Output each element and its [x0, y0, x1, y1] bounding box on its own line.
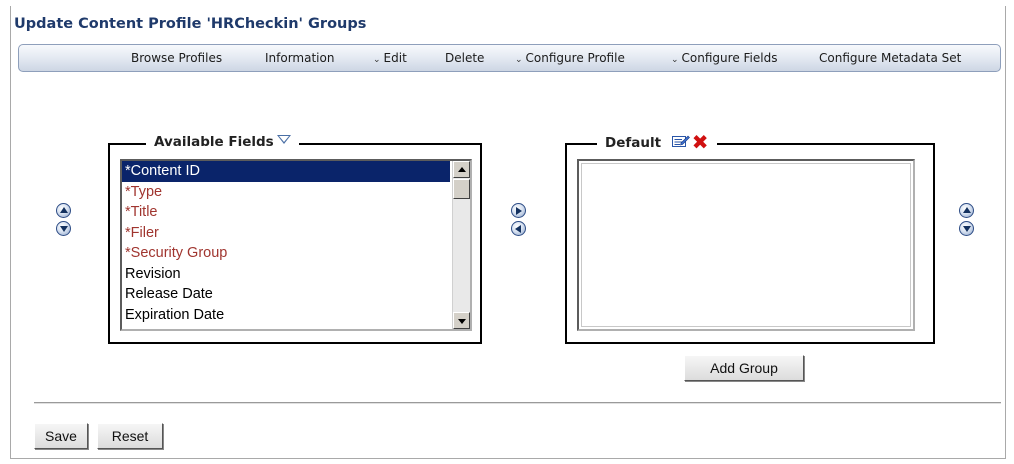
available-fields-title: Available Fields	[154, 134, 274, 150]
menu-configure-fields[interactable]: ⌄ Configure Fields	[671, 51, 777, 65]
move-up-icon[interactable]	[959, 203, 974, 218]
delete-group-icon[interactable]: ✖	[692, 132, 709, 152]
arrow-up-icon	[458, 167, 466, 172]
menu-edit-label: Edit	[383, 51, 407, 65]
reset-button[interactable]: Reset	[97, 423, 163, 449]
menu-browse-profiles-label: Browse Profiles	[131, 51, 223, 65]
list-item[interactable]: *Content ID	[122, 161, 450, 182]
scroll-down-button[interactable]	[453, 312, 470, 329]
default-group-list-inner	[581, 163, 911, 327]
move-up-icon[interactable]	[56, 203, 71, 218]
add-group-button[interactable]: Add Group	[684, 355, 804, 381]
scroll-thumb[interactable]	[453, 179, 470, 199]
available-fields-legend: Available Fields	[146, 134, 299, 150]
list-item[interactable]: *Security Group	[122, 243, 450, 264]
chevron-down-icon: ⌄	[515, 55, 523, 65]
default-group-legend: Default ✖	[597, 132, 717, 152]
menu-information-label: Information	[265, 51, 335, 65]
list-item[interactable]: *Type	[122, 182, 450, 203]
menu-configure-metadata-set-label: Configure Metadata Set	[819, 51, 962, 65]
menu-configure-profile-label: Configure Profile	[525, 51, 625, 65]
default-group-title: Default	[605, 135, 662, 151]
menu-configure-fields-label: Configure Fields	[681, 51, 778, 65]
list-scrollbar[interactable]	[452, 161, 470, 329]
list-item[interactable]: Expiration Date	[122, 305, 450, 326]
available-fields-panel: Available Fields *Content ID *Type *Titl…	[108, 134, 482, 344]
menu-edit[interactable]: ⌄ Edit	[373, 51, 407, 65]
move-down-icon[interactable]	[959, 221, 974, 236]
available-fields-list[interactable]: *Content ID *Type *Title *Filer *Securit…	[120, 159, 472, 331]
page-title: Update Content Profile 'HRCheckin' Group…	[14, 16, 367, 32]
filter-dropdown-icon[interactable]	[276, 135, 291, 144]
list-item[interactable]: Revision	[122, 264, 450, 285]
default-group-panel: Default ✖	[565, 132, 935, 344]
list-item[interactable]: *Title	[122, 202, 450, 223]
scroll-up-button[interactable]	[453, 161, 470, 178]
chevron-down-icon: ⌄	[373, 55, 381, 65]
save-button[interactable]: Save	[34, 423, 88, 449]
menu-information[interactable]: Information	[265, 51, 334, 65]
edit-group-icon[interactable]	[671, 134, 690, 148]
menu-delete-label: Delete	[445, 51, 485, 65]
arrow-down-icon	[458, 319, 466, 324]
menu-browse-profiles[interactable]: Browse Profiles	[131, 51, 222, 65]
menu-delete[interactable]: Delete	[445, 51, 484, 65]
divider	[34, 402, 1001, 404]
chevron-down-icon: ⌄	[671, 55, 679, 65]
menu-bar: Browse Profiles Information ⌄ Edit Delete…	[18, 44, 1001, 72]
list-item[interactable]: Release Date	[122, 284, 450, 305]
list-item[interactable]: *Filer	[122, 223, 450, 244]
move-down-icon[interactable]	[56, 221, 71, 236]
default-group-list[interactable]	[577, 159, 915, 331]
move-right-icon[interactable]	[511, 203, 526, 218]
menu-configure-metadata-set[interactable]: Configure Metadata Set	[819, 51, 961, 65]
move-left-icon[interactable]	[511, 221, 526, 236]
menu-configure-profile[interactable]: ⌄ Configure Profile	[515, 51, 625, 65]
